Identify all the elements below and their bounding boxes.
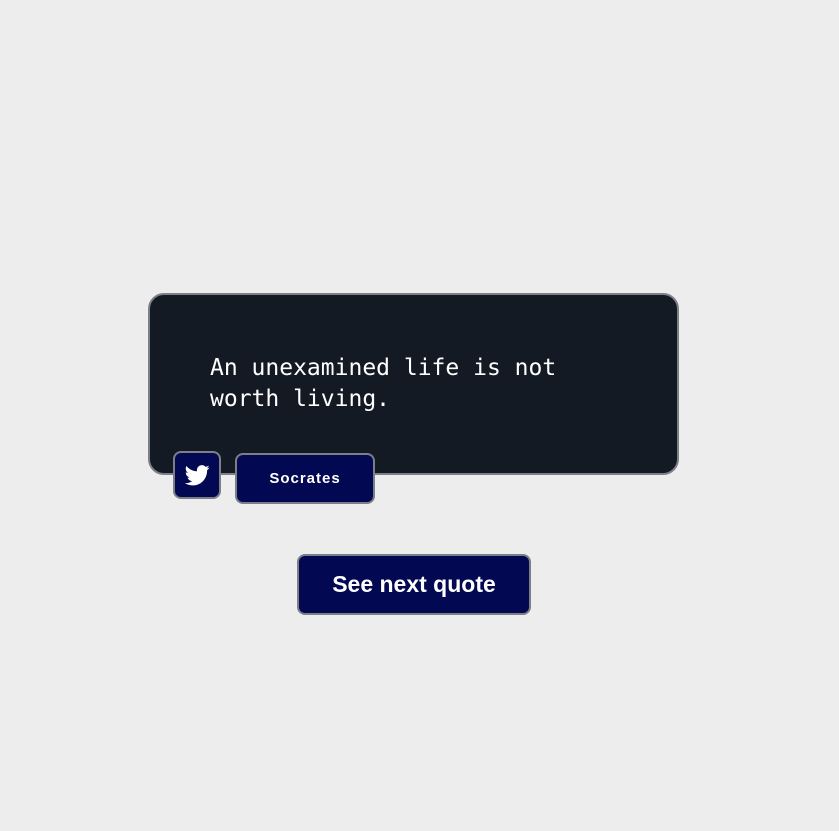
quote-text: An unexamined life is not worth living.: [210, 355, 557, 412]
twitter-icon: [184, 464, 210, 486]
next-quote-button[interactable]: See next quote: [297, 554, 531, 615]
author-button[interactable]: Socrates: [235, 453, 375, 504]
tweet-button[interactable]: [173, 451, 221, 499]
quote-card: An unexamined life is not worth living.: [148, 293, 679, 475]
